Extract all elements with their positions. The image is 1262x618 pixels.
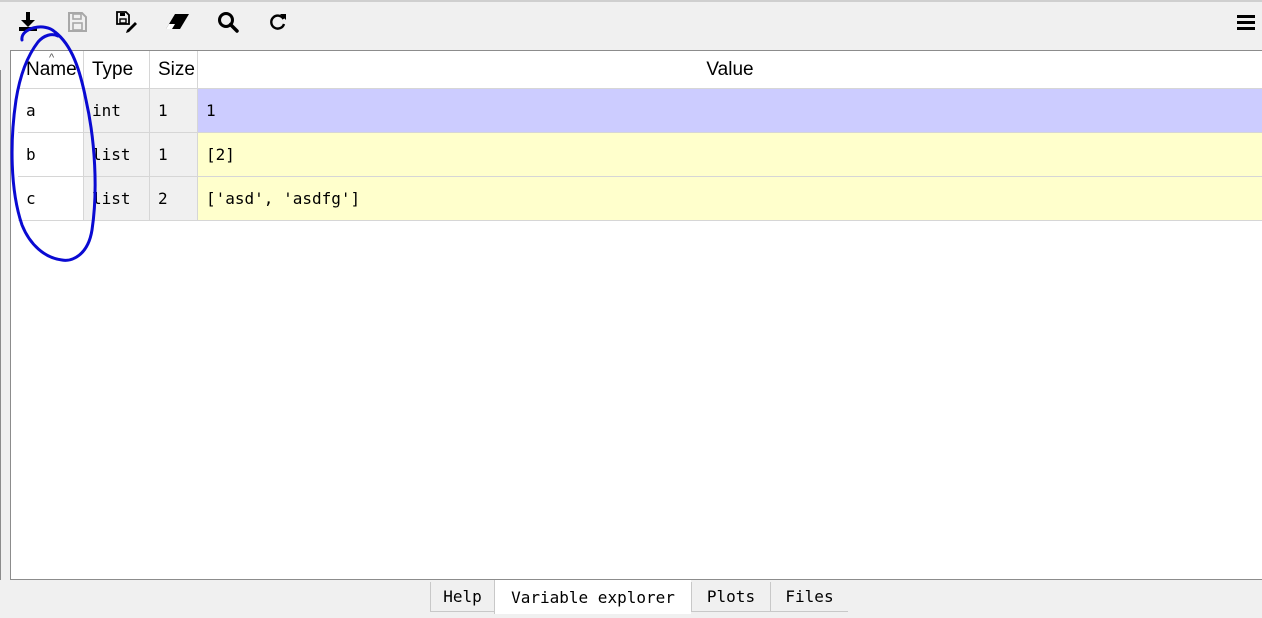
cell-size: 1 bbox=[150, 133, 198, 177]
search-icon bbox=[218, 12, 239, 33]
cell-value[interactable]: 1 bbox=[198, 89, 1262, 133]
refresh-button[interactable] bbox=[264, 8, 292, 36]
column-header-value[interactable]: Value bbox=[198, 51, 1262, 89]
table-row[interactable]: c list 2 ['asd', 'asdfg'] bbox=[11, 177, 1262, 221]
pane-tabs: Help Variable explorer Plots Files bbox=[0, 580, 1262, 618]
search-button[interactable] bbox=[214, 8, 242, 36]
left-border bbox=[0, 70, 1, 580]
import-data-button[interactable] bbox=[14, 8, 42, 36]
cell-value[interactable]: [2] bbox=[198, 133, 1262, 177]
save-data-button[interactable] bbox=[63, 8, 91, 36]
column-header-label: Value bbox=[706, 58, 754, 80]
menu-icon bbox=[1237, 15, 1255, 30]
cell-size: 1 bbox=[150, 89, 198, 133]
cell-type: int bbox=[84, 89, 150, 133]
save-as-button[interactable] bbox=[113, 8, 141, 36]
column-header-size[interactable]: Size bbox=[150, 51, 198, 89]
refresh-icon bbox=[270, 14, 286, 30]
save-data-icon bbox=[68, 12, 87, 32]
cell-name: b bbox=[18, 133, 84, 177]
cell-name: c bbox=[18, 177, 84, 221]
remove-all-button[interactable] bbox=[164, 8, 192, 36]
erase-icon bbox=[166, 14, 189, 29]
save-as-icon bbox=[116, 11, 137, 33]
column-header-label: Size bbox=[158, 58, 195, 80]
cell-value[interactable]: ['asd', 'asdfg'] bbox=[198, 177, 1262, 221]
import-data-icon bbox=[19, 12, 37, 31]
sort-indicator: ^ bbox=[49, 52, 55, 64]
cell-type: list bbox=[84, 177, 150, 221]
cell-size: 2 bbox=[150, 177, 198, 221]
table-row[interactable]: a int 1 1 bbox=[11, 89, 1262, 133]
column-header-type[interactable]: Type bbox=[84, 51, 150, 89]
table-row[interactable]: b list 1 [2] bbox=[11, 133, 1262, 177]
tab-plots[interactable]: Plots bbox=[691, 582, 770, 612]
column-header-label: Type bbox=[92, 58, 134, 80]
column-header-name[interactable]: ^ Name bbox=[18, 51, 84, 89]
tab-help[interactable]: Help bbox=[430, 582, 494, 612]
options-menu-button[interactable] bbox=[1232, 8, 1260, 36]
tab-files[interactable]: Files bbox=[770, 582, 848, 612]
tab-variable-explorer[interactable]: Variable explorer bbox=[494, 580, 691, 614]
cell-name: a bbox=[18, 89, 84, 133]
toolbar bbox=[0, 2, 1262, 46]
variable-table: ^ Name Type Size Value a int 1 1 b list … bbox=[10, 50, 1262, 580]
cell-type: list bbox=[84, 133, 150, 177]
